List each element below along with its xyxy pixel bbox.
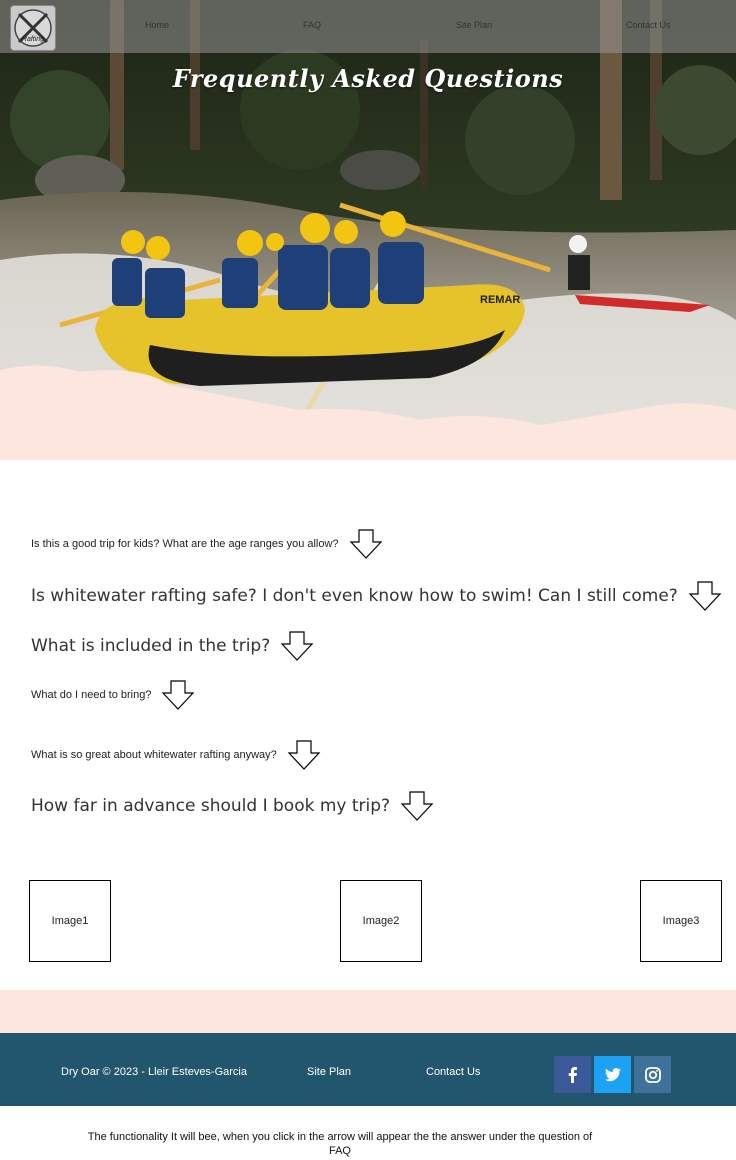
- image-placeholder-1: Image1: [29, 880, 111, 962]
- faq-question: Is this a good trip for kids? What are t…: [31, 538, 339, 550]
- faq-item: Is whitewater rafting safe? I don't even…: [31, 580, 722, 612]
- pink-divider: [0, 990, 736, 1033]
- faq-question: What is so great about whitewater raftin…: [31, 749, 277, 761]
- top-navigation: Rafting Home FAQ Site Plan Contact Us: [0, 0, 736, 53]
- nav-faq[interactable]: FAQ: [303, 20, 321, 30]
- footer: Dry Oar © 2023 - Lleir Esteves-Garcia Si…: [0, 1033, 736, 1106]
- faq-item: What do I need to bring?: [31, 679, 195, 711]
- arrow-down-icon[interactable]: [287, 739, 321, 771]
- footer-contact-link[interactable]: Contact Us: [426, 1066, 480, 1078]
- facebook-button[interactable]: [554, 1056, 591, 1093]
- image-placeholder-3: Image3: [640, 880, 722, 962]
- faq-question: What do I need to bring?: [31, 689, 152, 701]
- twitter-icon: [604, 1067, 621, 1081]
- nav-home[interactable]: Home: [145, 20, 169, 30]
- arrow-down-icon[interactable]: [280, 630, 314, 662]
- arrow-down-icon[interactable]: [349, 528, 383, 560]
- nav-contact-us[interactable]: Contact Us: [626, 20, 671, 30]
- arrow-down-icon[interactable]: [688, 580, 722, 612]
- logo[interactable]: Rafting: [10, 5, 56, 51]
- faq-item: What is included in the trip?: [31, 630, 314, 662]
- boat-text: REMAR: [480, 294, 520, 306]
- faq-question: What is included in the trip?: [31, 636, 271, 656]
- instagram-button[interactable]: [634, 1056, 671, 1093]
- faq-question: How far in advance should I book my trip…: [31, 796, 391, 816]
- faq-item: Is this a good trip for kids? What are t…: [31, 528, 383, 560]
- nav-site-plan[interactable]: Site Plan: [456, 20, 492, 30]
- logo-text: Rafting: [22, 36, 44, 43]
- faq-item: What is so great about whitewater raftin…: [31, 739, 321, 771]
- facebook-icon: [568, 1066, 577, 1083]
- footer-site-plan-link[interactable]: Site Plan: [307, 1066, 351, 1078]
- copyright-text: Dry Oar © 2023 - Lleir Esteves-Garcia: [61, 1066, 247, 1078]
- arrow-down-icon[interactable]: [161, 679, 195, 711]
- faq-question: Is whitewater rafting safe? I don't even…: [31, 586, 678, 606]
- instagram-icon: [644, 1066, 661, 1083]
- image-placeholder-2: Image2: [340, 880, 422, 962]
- oars-icon: Rafting: [14, 9, 52, 47]
- functionality-note: The functionality It will bee, when you …: [87, 1131, 593, 1157]
- faq-item: How far in advance should I book my trip…: [31, 790, 434, 822]
- page-title: Frequently Asked Questions: [172, 64, 564, 93]
- hero-banner: REMAR Rafting Home FAQ Site Plan Contact…: [0, 0, 736, 460]
- twitter-button[interactable]: [594, 1056, 631, 1093]
- arrow-down-icon[interactable]: [400, 790, 434, 822]
